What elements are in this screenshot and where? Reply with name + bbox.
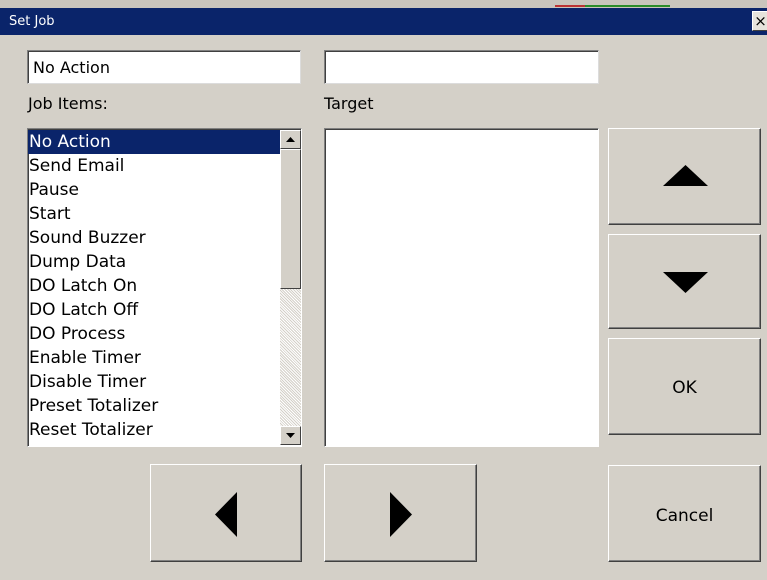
- move-left-button[interactable]: [150, 464, 302, 562]
- title-bar: Set Job: [0, 8, 767, 35]
- cancel-button-label: Cancel: [655, 506, 714, 526]
- status-strip-green: [585, 5, 670, 7]
- list-item[interactable]: Pause: [28, 178, 281, 202]
- window-title: Set Job: [9, 14, 55, 29]
- scroll-up-icon: [286, 137, 295, 142]
- job-items-label: Job Items:: [28, 94, 108, 113]
- list-item[interactable]: Send Email: [28, 154, 281, 178]
- action-field-value: No Action: [33, 58, 110, 77]
- scroll-down-icon: [286, 433, 295, 438]
- list-item[interactable]: Enable Timer: [28, 346, 281, 370]
- right-arrow-icon: [390, 492, 412, 537]
- down-arrow-icon: [663, 272, 708, 293]
- move-up-button[interactable]: [608, 128, 761, 225]
- action-field[interactable]: No Action: [27, 50, 301, 84]
- list-item[interactable]: Dump Data: [28, 250, 281, 274]
- job-items-scrollbar[interactable]: [280, 130, 301, 445]
- scroll-up-button[interactable]: [280, 130, 301, 149]
- left-arrow-icon: [215, 492, 237, 537]
- ok-button-label: OK: [672, 378, 697, 398]
- cancel-button[interactable]: Cancel: [608, 465, 761, 562]
- list-item[interactable]: DO Latch On: [28, 274, 281, 298]
- list-item[interactable]: Reset Totalizer: [28, 418, 281, 442]
- ok-button[interactable]: OK: [608, 338, 761, 435]
- list-item[interactable]: Start: [28, 202, 281, 226]
- list-item[interactable]: Disable Timer: [28, 370, 281, 394]
- list-item[interactable]: Sound Buzzer: [28, 226, 281, 250]
- status-strip-red: [555, 5, 585, 7]
- top-status-strip: [0, 0, 767, 8]
- close-button[interactable]: ×: [752, 11, 767, 31]
- list-item[interactable]: Preset Totalizer: [28, 394, 281, 418]
- target-list[interactable]: [324, 128, 599, 447]
- list-item[interactable]: No Action: [28, 130, 281, 154]
- target-label: Target: [324, 94, 374, 113]
- job-items-list[interactable]: No Action Send Email Pause Start Sound Buzze…: [27, 128, 302, 447]
- scroll-thumb[interactable]: [280, 149, 301, 289]
- list-item[interactable]: DO Latch Off: [28, 298, 281, 322]
- scroll-down-button[interactable]: [280, 426, 301, 445]
- list-item[interactable]: DO Process: [28, 322, 281, 346]
- move-down-button[interactable]: [608, 234, 761, 329]
- target-field[interactable]: [324, 50, 599, 84]
- move-right-button[interactable]: [324, 464, 477, 562]
- up-arrow-icon: [663, 165, 708, 186]
